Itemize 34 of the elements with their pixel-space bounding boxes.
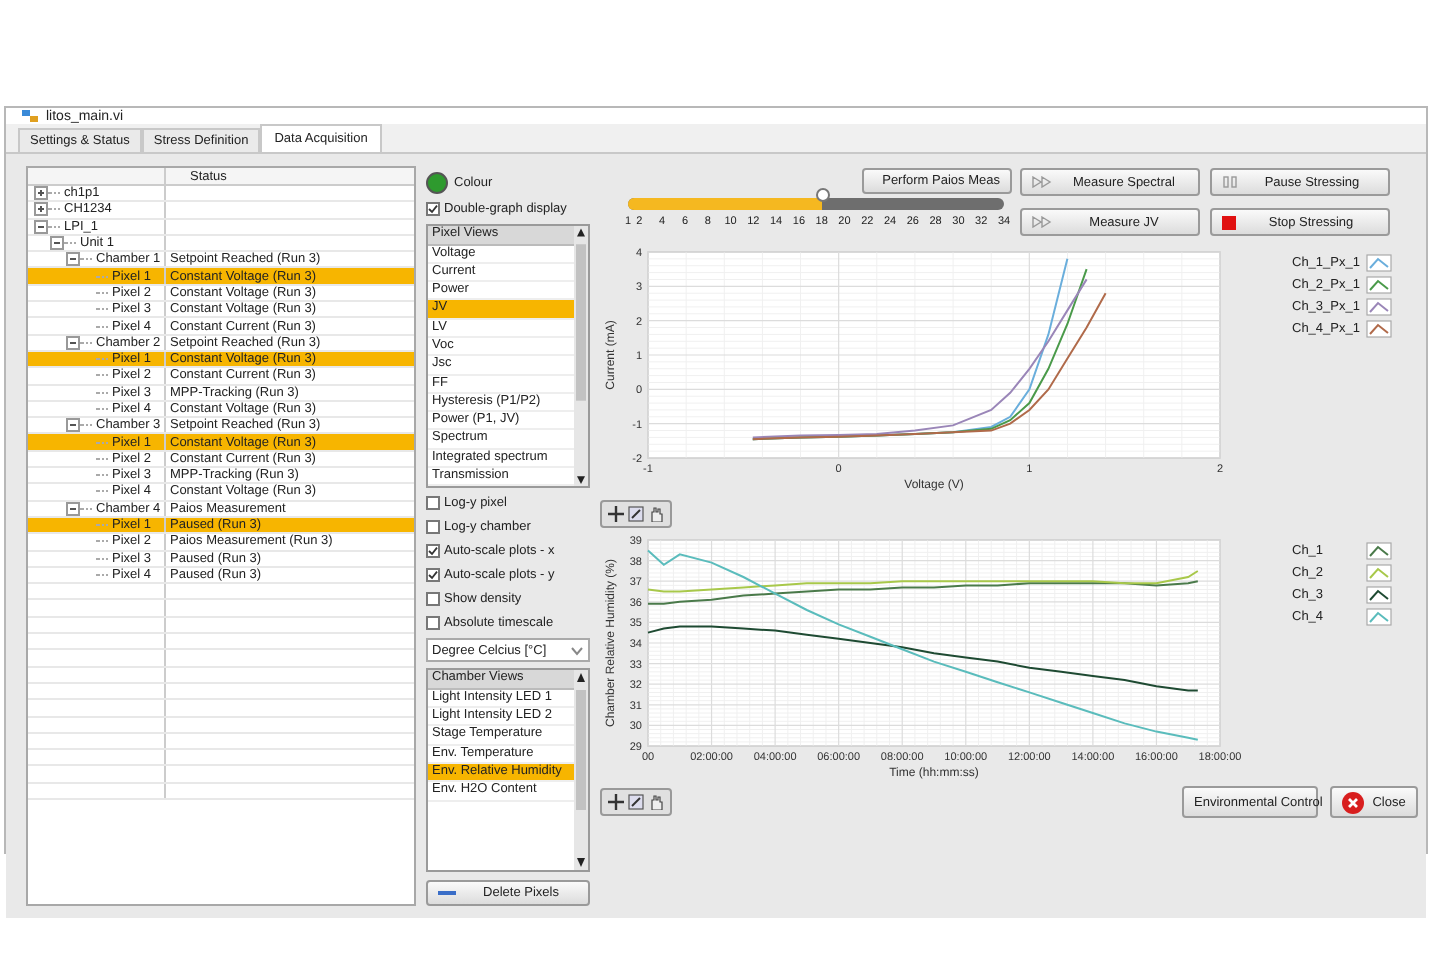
checkbox[interactable] bbox=[426, 496, 440, 511]
hand-icon[interactable] bbox=[648, 794, 664, 810]
close-icon bbox=[1342, 791, 1364, 813]
expander-icon[interactable] bbox=[66, 335, 80, 350]
app-icon bbox=[22, 108, 40, 124]
crosshair-icon[interactable] bbox=[608, 794, 624, 810]
fast-forward-icon bbox=[1032, 176, 1052, 188]
expander-icon[interactable] bbox=[34, 202, 48, 217]
chevron-down-icon bbox=[570, 645, 584, 656]
checkbox[interactable] bbox=[426, 202, 440, 216]
scrollbar[interactable] bbox=[574, 670, 588, 871]
zoom-icon[interactable] bbox=[628, 506, 644, 522]
pause-icon bbox=[1222, 176, 1238, 188]
crosshair-icon[interactable] bbox=[608, 506, 624, 522]
slider-thumb[interactable] bbox=[815, 188, 830, 202]
checkbox[interactable] bbox=[426, 592, 440, 607]
zoom-icon[interactable] bbox=[628, 794, 644, 810]
stop-icon bbox=[1222, 215, 1236, 229]
expander-icon[interactable] bbox=[50, 236, 64, 251]
scrollbar[interactable] bbox=[574, 226, 588, 487]
legend-line-icon[interactable] bbox=[1366, 542, 1392, 560]
checkbox[interactable] bbox=[426, 568, 440, 583]
expander-icon[interactable] bbox=[66, 252, 80, 267]
checkbox[interactable] bbox=[426, 544, 440, 559]
fast-forward-icon bbox=[1032, 216, 1052, 228]
checkbox[interactable] bbox=[426, 520, 440, 535]
checkbox[interactable] bbox=[426, 616, 440, 631]
expander-icon[interactable] bbox=[34, 186, 48, 201]
expander-icon[interactable] bbox=[34, 219, 48, 234]
legend-line-icon[interactable] bbox=[1366, 586, 1392, 604]
expander-icon[interactable] bbox=[66, 501, 80, 516]
expander-icon[interactable] bbox=[66, 418, 80, 433]
minus-icon bbox=[438, 890, 456, 897]
hand-icon[interactable] bbox=[648, 506, 664, 522]
